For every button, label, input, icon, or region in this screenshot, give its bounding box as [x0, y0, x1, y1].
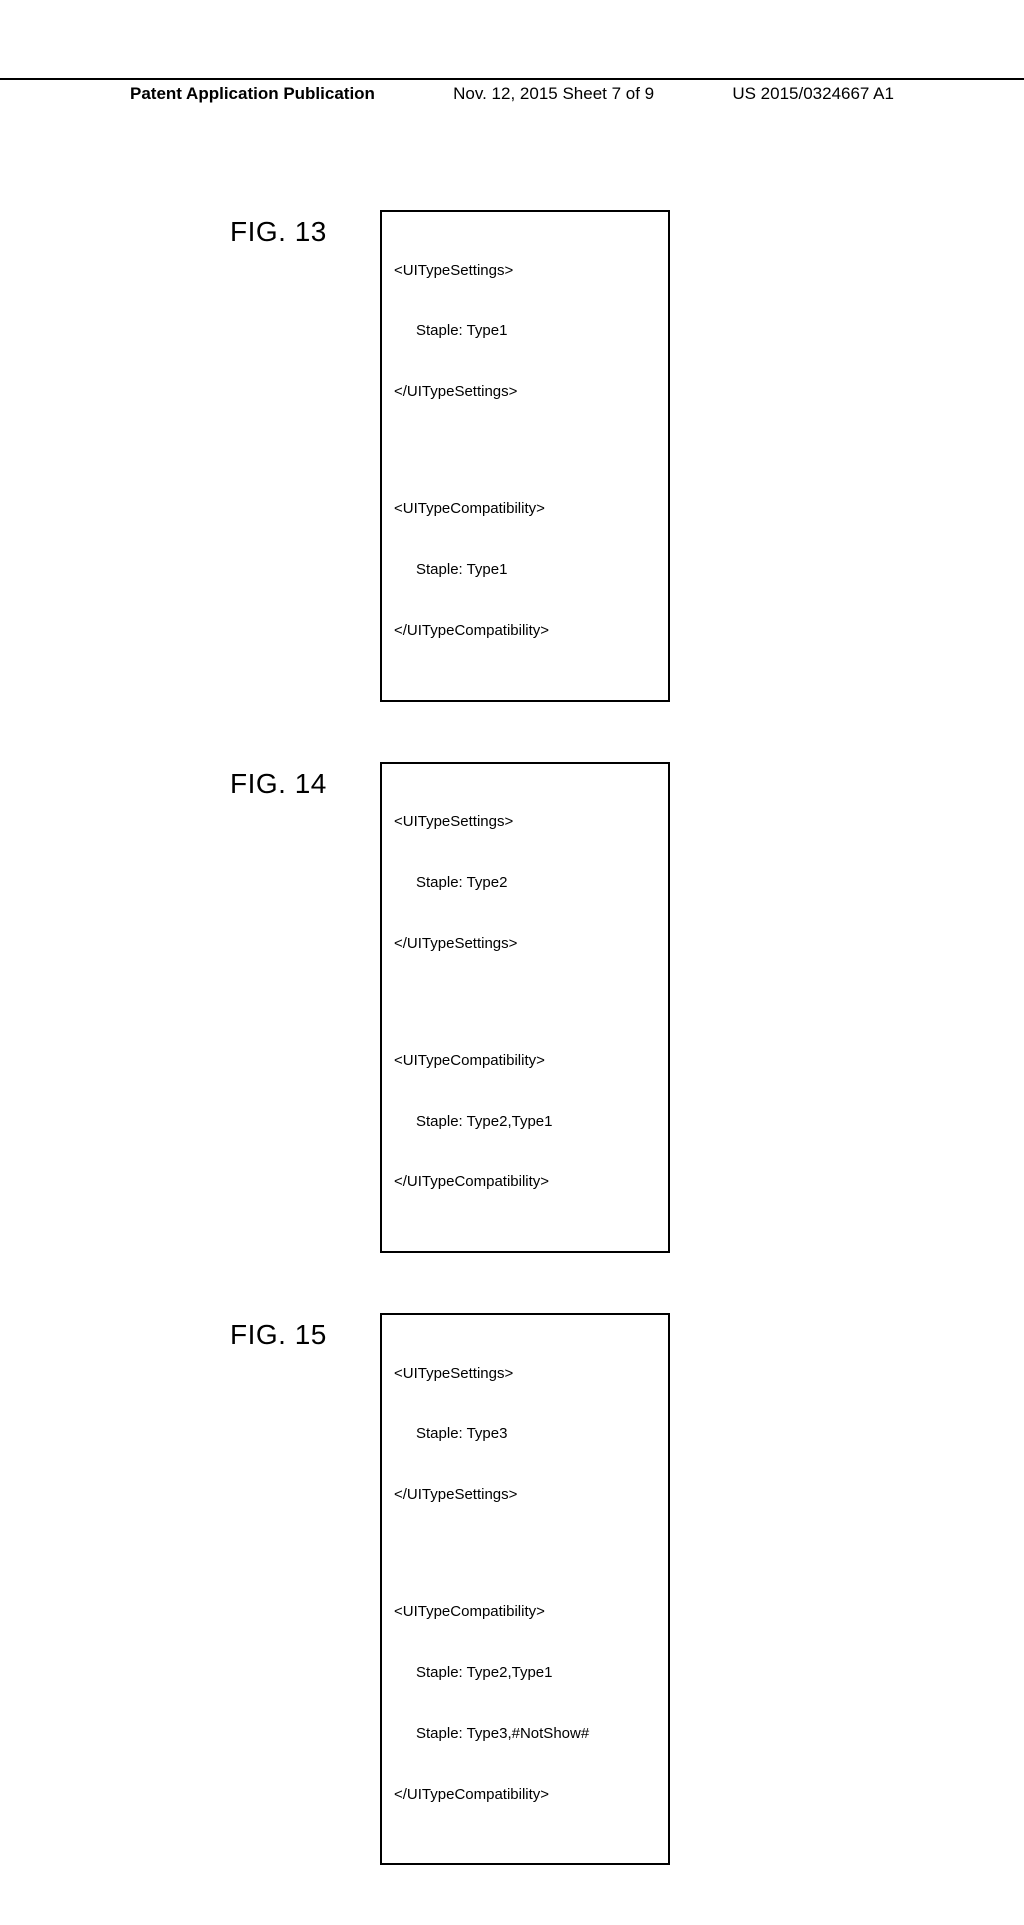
figure-13-block: FIG. 13 <UITypeSettings> Staple: Type1 <…: [0, 210, 1024, 702]
header-left-text: Patent Application Publication: [130, 84, 375, 104]
code-line: </UITypeCompatibility>: [394, 1172, 656, 1192]
code-line: Staple: Type2,Type1: [394, 1112, 656, 1132]
code-line: Staple: Type1: [394, 321, 656, 341]
figure-14-block: FIG. 14 <UITypeSettings> Staple: Type2 <…: [0, 762, 1024, 1254]
figure-15-block: FIG. 15 <UITypeSettings> Staple: Type3 <…: [0, 1313, 1024, 1865]
page-header: Patent Application Publication Nov. 12, …: [0, 78, 1024, 104]
code-line: Staple: Type1: [394, 560, 656, 580]
figure-14-label: FIG. 14: [230, 762, 380, 800]
code-line: <UITypeCompatibility>: [394, 499, 656, 519]
code-line: <UITypeSettings>: [394, 261, 656, 281]
code-line: <UITypeSettings>: [394, 812, 656, 832]
code-line: Staple: Type3,#NotShow#: [394, 1724, 656, 1744]
header-center-text: Nov. 12, 2015 Sheet 7 of 9: [453, 84, 654, 104]
figure-15-code-box: <UITypeSettings> Staple: Type3 </UITypeS…: [380, 1313, 670, 1865]
figure-13-code-box: <UITypeSettings> Staple: Type1 </UITypeS…: [380, 210, 670, 702]
figure-14-code-box: <UITypeSettings> Staple: Type2 </UITypeS…: [380, 762, 670, 1254]
code-line: </UITypeSettings>: [394, 1485, 656, 1505]
code-line: <UITypeCompatibility>: [394, 1051, 656, 1071]
code-line: Staple: Type2: [394, 873, 656, 893]
code-line: </UITypeSettings>: [394, 382, 656, 402]
code-line: Staple: Type2,Type1: [394, 1663, 656, 1683]
code-spacer: [394, 443, 656, 459]
code-line: </UITypeSettings>: [394, 934, 656, 954]
code-line: </UITypeCompatibility>: [394, 621, 656, 641]
code-line: Staple: Type3: [394, 1424, 656, 1444]
code-line: <UITypeSettings>: [394, 1364, 656, 1384]
code-spacer: [394, 1546, 656, 1562]
figure-15-label: FIG. 15: [230, 1313, 380, 1351]
code-line: <UITypeCompatibility>: [394, 1602, 656, 1622]
code-spacer: [394, 994, 656, 1010]
code-line: </UITypeCompatibility>: [394, 1785, 656, 1805]
header-right-text: US 2015/0324667 A1: [732, 84, 894, 104]
figure-13-label: FIG. 13: [230, 210, 380, 248]
header-row: Patent Application Publication Nov. 12, …: [0, 84, 1024, 104]
content-area: FIG. 13 <UITypeSettings> Staple: Type1 <…: [0, 210, 1024, 1925]
